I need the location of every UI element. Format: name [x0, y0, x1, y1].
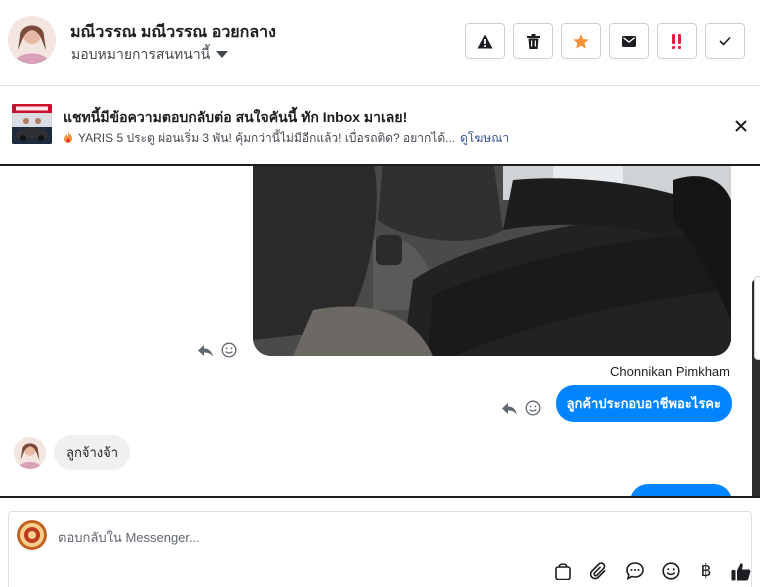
- close-icon[interactable]: [732, 117, 750, 135]
- envelope-icon: [622, 35, 636, 47]
- priority-button[interactable]: [657, 23, 697, 59]
- view-ad-link[interactable]: ดูโฆษณา: [460, 129, 509, 148]
- side-popover-edge: [754, 276, 760, 360]
- assign-label: มอบหมายการสนทนานี้: [71, 46, 211, 62]
- priority-icon: [670, 33, 684, 49]
- star-button[interactable]: [561, 23, 601, 59]
- check-icon: [719, 36, 731, 46]
- thumbs-up-icon[interactable]: [730, 560, 752, 582]
- chat-bubble-icon[interactable]: [624, 560, 646, 582]
- sender-name: Chonnikan Pimkham: [610, 364, 730, 379]
- emoji-icon[interactable]: [660, 560, 682, 582]
- mark-unread-button[interactable]: [609, 23, 649, 59]
- message-actions: [502, 400, 541, 421]
- trash-icon: [526, 33, 540, 49]
- page-avatar: [17, 520, 47, 550]
- ad-banner: แชทนี้มีข้อความตอบกลับต่อ สนใจคันนี้ ทัก…: [0, 86, 760, 166]
- paperclip-icon[interactable]: [588, 560, 610, 582]
- emoji-reaction-icon[interactable]: [221, 342, 237, 363]
- ad-subtitle: YARIS 5 ประตู ผ่อนเริ่ม 3 พัน! คุ้มกว่าน…: [78, 131, 456, 145]
- ad-title: แชทนี้มีข้อความตอบกลับต่อ สนใจคันนี้ ทัก…: [63, 109, 408, 125]
- delete-button[interactable]: [513, 23, 553, 59]
- conversation-header: มณีวรรณ มณีวรรณ อวยกลาง มอบหมายการสนทนาน…: [0, 0, 760, 86]
- reply-icon[interactable]: [502, 402, 517, 420]
- baht-symbol: ฿: [700, 560, 712, 581]
- outgoing-message-partial[interactable]: [630, 484, 732, 496]
- ad-thumbnail[interactable]: [12, 104, 52, 144]
- outgoing-message[interactable]: ลูกค้าประกอบอาชีพอะไรคะ: [555, 385, 732, 422]
- emoji-reaction-icon[interactable]: [525, 400, 541, 421]
- caret-down-icon: [216, 50, 229, 58]
- reply-input[interactable]: ตอบกลับใน Messenger...: [58, 527, 200, 548]
- contact-avatar[interactable]: [8, 16, 56, 64]
- reply-icon[interactable]: [198, 344, 213, 362]
- contact-avatar-small: [14, 437, 46, 469]
- bag-icon[interactable]: [552, 560, 574, 582]
- star-icon: [573, 33, 589, 49]
- assign-conversation-dropdown[interactable]: มอบหมายการสนทนานี้: [71, 44, 229, 66]
- mark-spam-button[interactable]: [465, 23, 505, 59]
- ad-subtitle-row: YARIS 5 ประตู ผ่อนเริ่ม 3 พัน! คุ้มกว่าน…: [63, 129, 509, 148]
- incoming-message[interactable]: ลูกจ้างจ้า: [54, 435, 131, 470]
- message-actions: [198, 342, 237, 363]
- fire-icon: [63, 131, 73, 146]
- baht-icon[interactable]: ฿: [695, 560, 717, 582]
- reply-composer: ตอบกลับใน Messenger... ฿: [8, 511, 752, 587]
- mark-done-button[interactable]: [705, 23, 745, 59]
- warning-icon: [477, 34, 493, 49]
- car-interior-photo[interactable]: [253, 166, 731, 356]
- contact-name[interactable]: มณีวรรณ มณีวรรณ อวยกลาง: [70, 20, 276, 45]
- message-thread[interactable]: Chonnikan Pimkham ลูกค้าประกอบอาชีพอะไรค…: [0, 166, 760, 498]
